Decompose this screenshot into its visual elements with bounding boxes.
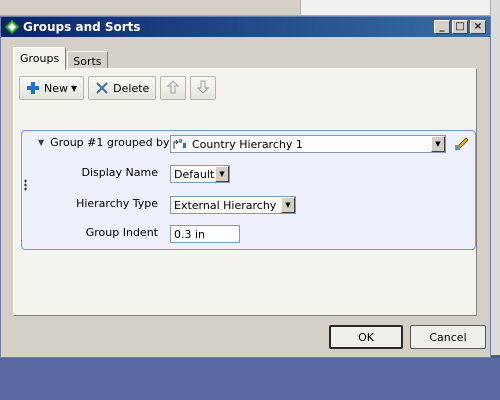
- chevron-down-icon[interactable]: ▼: [281, 197, 295, 213]
- hierarchy-icon: [171, 138, 189, 150]
- group-indent-label-row: Group Indent: [22, 226, 158, 239]
- edit-formula-icon[interactable]: [454, 136, 470, 152]
- chevron-down-icon[interactable]: ▼: [431, 136, 445, 152]
- minimize-button[interactable]: _: [434, 20, 450, 34]
- display-name-label: Display Name: [81, 166, 159, 179]
- background-desktop: [0, 358, 500, 400]
- background-window-edge: [300, 0, 490, 15]
- display-name-row: Default ▼: [170, 165, 230, 183]
- display-name-label-row: Display Name: [22, 166, 159, 179]
- hierarchy-type-label-row: Hierarchy Type: [22, 197, 158, 210]
- window-title: Groups and Sorts: [23, 20, 141, 34]
- tab-strip: Groups Sorts: [13, 47, 109, 70]
- plus-icon: [26, 81, 40, 95]
- chevron-down-icon[interactable]: ▼: [215, 166, 229, 182]
- display-name-dropdown[interactable]: Default ▼: [170, 165, 230, 183]
- arrow-down-icon: [197, 80, 210, 97]
- new-button-label: New: [44, 81, 68, 95]
- group-indent-input[interactable]: 0.3 in: [170, 225, 240, 243]
- hierarchy-type-dropdown[interactable]: External Hierarchy ▼: [170, 196, 296, 214]
- group-header-label: Group #1 grouped by:: [50, 136, 173, 149]
- delete-button-label: Delete: [113, 81, 150, 95]
- groups-tab-panel: New ▼ Delete ▼ Group #1 grouped by: Coun…: [13, 68, 477, 316]
- maximize-button[interactable]: □: [452, 20, 468, 34]
- grouped-by-value: Country Hierarchy 1: [192, 137, 303, 151]
- group-indent-row: 0.3 in: [170, 225, 240, 243]
- delete-button[interactable]: Delete: [88, 76, 157, 100]
- drag-handle[interactable]: [24, 179, 27, 191]
- chevron-down-icon: ▼: [71, 83, 78, 93]
- ok-button[interactable]: OK: [329, 325, 403, 349]
- new-button[interactable]: New ▼: [19, 76, 85, 100]
- app-diamond-icon: [4, 19, 20, 35]
- tab-groups[interactable]: Groups: [13, 47, 67, 70]
- delete-x-icon: [95, 81, 109, 95]
- move-down-button[interactable]: [190, 76, 217, 100]
- title-bar[interactable]: Groups and Sorts _ □ ×: [1, 17, 490, 37]
- hierarchy-type-value: External Hierarchy: [174, 198, 277, 212]
- groups-and-sorts-dialog: Groups and Sorts _ □ × Groups Sorts New …: [0, 16, 491, 358]
- grouped-by-row: Country Hierarchy 1 ▼: [170, 135, 470, 153]
- display-name-value: Default: [174, 167, 215, 181]
- background-right-strip: [490, 0, 500, 400]
- cancel-button[interactable]: Cancel: [410, 325, 486, 349]
- expand-triangle-icon[interactable]: ▼: [38, 138, 44, 147]
- grouped-by-dropdown[interactable]: Country Hierarchy 1 ▼: [170, 135, 446, 153]
- hierarchy-type-row: External Hierarchy ▼: [170, 196, 296, 214]
- arrow-up-icon: [167, 79, 180, 97]
- move-up-button[interactable]: [160, 76, 187, 100]
- close-button[interactable]: ×: [470, 20, 486, 34]
- toolbar: New ▼ Delete: [19, 75, 220, 101]
- group-1-panel: ▼ Group #1 grouped by: Country Hierarchy…: [21, 130, 476, 250]
- hierarchy-type-label: Hierarchy Type: [76, 197, 158, 210]
- group-header-row: ▼ Group #1 grouped by:: [38, 136, 172, 149]
- group-indent-label: Group Indent: [85, 226, 158, 239]
